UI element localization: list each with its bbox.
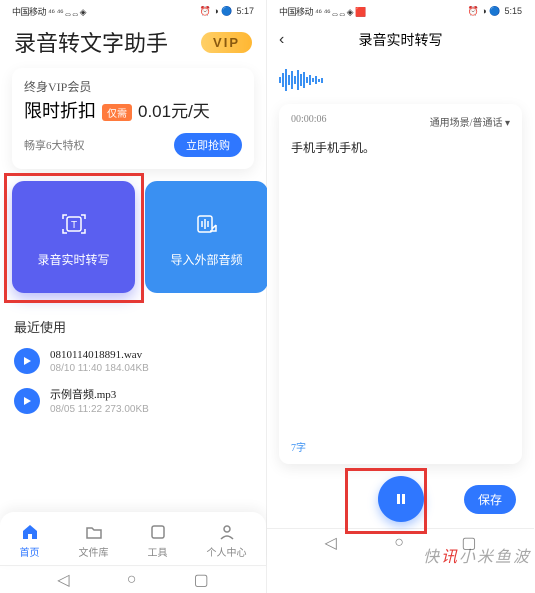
highlight-box (4, 173, 144, 303)
tab-label: 首页 (20, 544, 40, 559)
back-button[interactable]: ‹ (279, 31, 284, 49)
save-button[interactable]: 保存 (464, 485, 516, 514)
promo-discount: 限时折扣 (24, 97, 96, 123)
highlight-box (345, 468, 427, 534)
play-icon[interactable] (14, 388, 40, 414)
scene-selector[interactable]: 通用场景/普通话 ▾ (430, 114, 510, 129)
record-timer: 00:00:06 (291, 114, 327, 129)
nav-back-icon[interactable]: ◁ (57, 570, 69, 590)
page-title: 录音实时转写 (359, 30, 443, 50)
user-icon (217, 522, 237, 542)
tab-label: 个人中心 (207, 544, 247, 559)
watermark: 快讯小米鱼波 (423, 543, 531, 567)
android-navbar: ◁ ○ ▢ (0, 565, 266, 593)
nav-home-icon[interactable]: ○ (127, 571, 137, 589)
status-time: 5:17 (236, 6, 254, 16)
tab-tools[interactable]: 工具 (148, 522, 168, 559)
status-bar: 中国移动 ⁴⁶ ⁴⁶ ꜀꜆ ꜀꜆ ◈ 🟥 ⏰ ◑ 🔵 5:15 (267, 0, 534, 22)
left-screenshot: 中国移动 ⁴⁶ ⁴⁶ ꜀꜆ ꜀꜆ ◈ ⏰ ◑ 🔵 5:17 录音转文字助手 VI… (0, 0, 267, 593)
nav-back-icon[interactable]: ◁ (324, 533, 336, 553)
tab-profile[interactable]: 个人中心 (207, 522, 247, 559)
tab-label: 文件库 (79, 544, 109, 559)
file-name: 示例音频.mp3 (50, 386, 149, 402)
buy-now-button[interactable]: 立即抢购 (174, 133, 242, 157)
nav-recent-icon[interactable]: ▢ (194, 570, 209, 590)
promo-price: 0.01元/天 (138, 97, 210, 122)
transcript-text: 手机手机手机。 (291, 139, 510, 156)
promo-headline: 终身VIP会员 (24, 78, 242, 95)
tab-files[interactable]: 文件库 (79, 522, 109, 559)
promo-features: 畅享6大特权 (24, 137, 85, 153)
recent-heading: 最近使用 (14, 317, 252, 336)
waveform (267, 62, 534, 98)
promo-tag: 仅需 (102, 104, 132, 121)
file-name: 0810114018891.wav (50, 349, 149, 361)
tab-home[interactable]: 首页 (20, 522, 40, 559)
status-bar: 中国移动 ⁴⁶ ⁴⁶ ꜀꜆ ꜀꜆ ◈ ⏰ ◑ 🔵 5:17 (0, 0, 266, 22)
vip-badge[interactable]: VIP (201, 32, 252, 53)
import-audio-icon (190, 207, 224, 241)
import-audio-card[interactable]: 导入外部音频 (145, 181, 268, 293)
transcript-card: 00:00:06 通用场景/普通话 ▾ 手机手机手机。 7字 (279, 104, 522, 464)
tab-label: 工具 (148, 544, 168, 559)
app-title: 录音转文字助手 (14, 26, 168, 58)
vip-promo-card[interactable]: 终身VIP会员 限时折扣 仅需 0.01元/天 畅享6大特权 立即抢购 (12, 68, 254, 169)
status-carrier: 中国移动 ⁴⁶ ⁴⁶ ꜀꜆ ꜀꜆ ◈ 🟥 (279, 5, 366, 18)
file-row[interactable]: 0810114018891.wav 08/10 11:40 184.04KB (14, 348, 252, 374)
file-meta: 08/05 11:22 273.00KB (50, 404, 149, 415)
nav-home-icon[interactable]: ○ (394, 534, 404, 552)
char-count: 7字 (291, 439, 510, 454)
tools-icon (148, 522, 168, 542)
status-icons: ⏰ ◑ 🔵 (200, 6, 233, 17)
play-icon[interactable] (14, 348, 40, 374)
bottom-tabs: 首页 文件库 工具 个人中心 (0, 512, 266, 565)
right-screenshot: 中国移动 ⁴⁶ ⁴⁶ ꜀꜆ ꜀꜆ ◈ 🟥 ⏰ ◑ 🔵 5:15 ‹ 录音实时转写… (267, 0, 534, 593)
status-icons: ⏰ ◑ 🔵 (468, 6, 501, 17)
home-icon (20, 522, 40, 542)
card-label: 导入外部音频 (170, 251, 242, 268)
file-row[interactable]: 示例音频.mp3 08/05 11:22 273.00KB (14, 386, 252, 415)
status-time: 5:15 (504, 6, 522, 16)
status-carrier: 中国移动 ⁴⁶ ⁴⁶ ꜀꜆ ꜀꜆ ◈ (12, 5, 86, 18)
file-meta: 08/10 11:40 184.04KB (50, 363, 149, 374)
folder-icon (84, 522, 104, 542)
